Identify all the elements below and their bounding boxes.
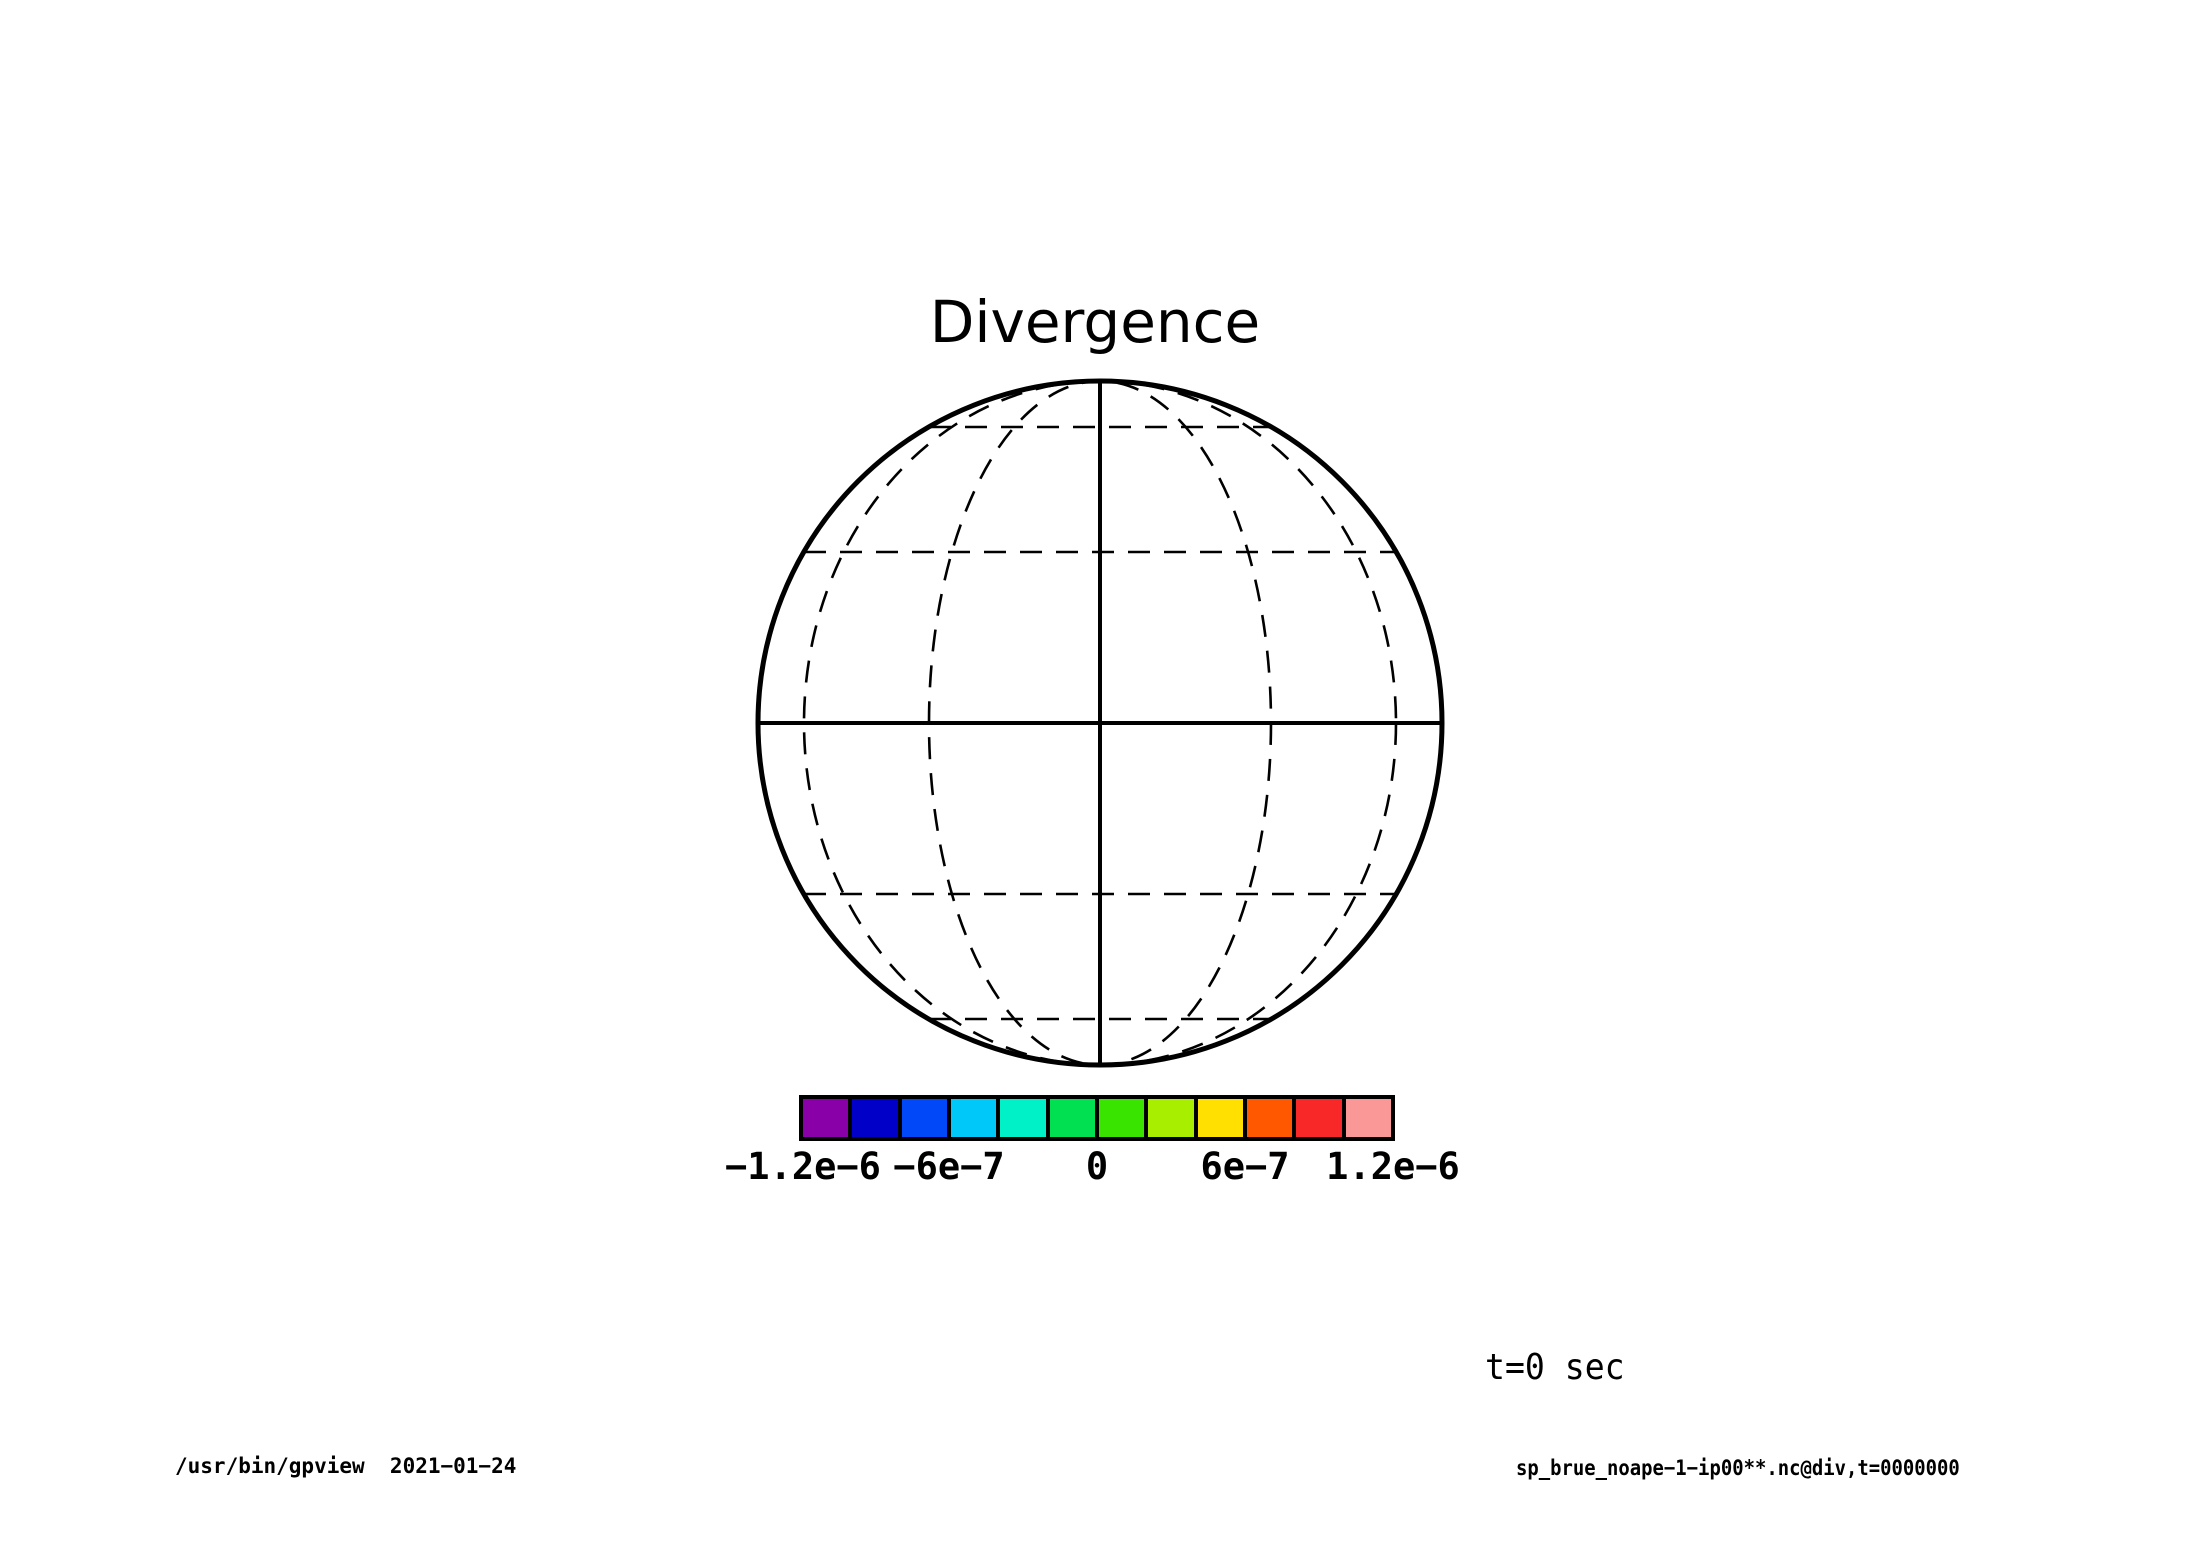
plot-page: Divergence −1.2e−6 −6e−7 0 6e−7 1.2e−6 t…	[0, 0, 2188, 1546]
colorbar-cell	[1244, 1097, 1295, 1139]
colorbar-cell	[850, 1097, 900, 1139]
colorbar-cell	[1047, 1097, 1097, 1139]
colorbar-tick-label: 6e−7	[1200, 1145, 1290, 1188]
colorbar-cell	[1096, 1097, 1147, 1139]
colorbar-cell	[1294, 1097, 1344, 1139]
colorbar	[799, 1095, 1395, 1141]
colorbar-cell	[801, 1097, 851, 1139]
colorbar-tick-label: 0	[1085, 1145, 1109, 1188]
colorbar-cell	[899, 1097, 949, 1139]
colorbar-tick-label: −6e−7	[893, 1145, 1005, 1188]
footer-command-text: /usr/bin/gpview 2021−01−24	[175, 1454, 517, 1478]
colorbar-cell	[948, 1097, 999, 1139]
colorbar-cell	[1146, 1097, 1196, 1139]
time-label: t=0 sec	[1485, 1347, 1625, 1388]
colorbar-cell	[1195, 1097, 1245, 1139]
colorbar-cell	[998, 1097, 1048, 1139]
colorbar-cell	[1343, 1097, 1393, 1139]
globe-svg	[755, 378, 1445, 1068]
colorbar-tick-label: 1.2e−6	[1326, 1145, 1460, 1188]
footer-dataset-text: sp_brue_noape−1−ip00**.nc@div,t=0000000	[1516, 1456, 1960, 1480]
colorbar-tick-label: −1.2e−6	[725, 1145, 881, 1188]
